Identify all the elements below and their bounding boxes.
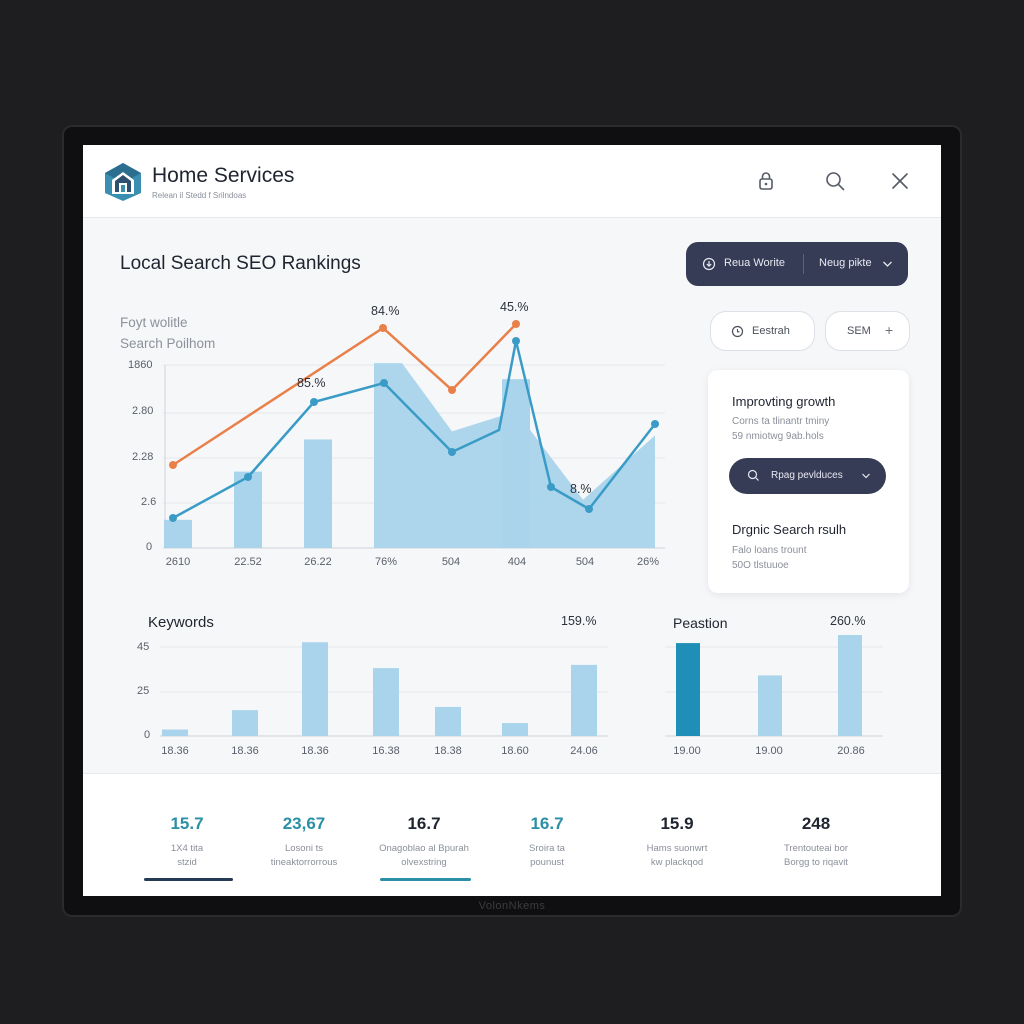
- active-stat-indicator: [380, 878, 471, 881]
- stat-value: 248: [801, 814, 831, 833]
- stat-item[interactable]: 16.7 Onagoblao al Bpurah olvexstring: [359, 814, 489, 870]
- stat-label: Hams suonwrt: [646, 843, 708, 854]
- device-brand-label: VolonNkems: [478, 900, 546, 912]
- stat-item[interactable]: 248 Trentouteai bor Borgg to riqavit: [751, 814, 881, 870]
- stat-label: kw plackqod: [650, 857, 704, 868]
- stat-value: 15.9: [660, 814, 694, 833]
- stat-item[interactable]: 23,67 Losoni ts tineaktorrorrous: [239, 814, 369, 870]
- stat-label: Losoni ts: [284, 843, 324, 854]
- dashboard-screen: Home Services Relean il Stedd f Srilndoa…: [83, 145, 941, 896]
- stat-item[interactable]: 15.7 1X4 tita stzid: [122, 814, 252, 870]
- stat-label: pounust: [530, 857, 564, 868]
- stat-value: 16.7: [407, 814, 441, 833]
- stat-label: Borgg to riqavit: [784, 857, 848, 868]
- active-stat-indicator: [144, 878, 233, 881]
- x-tick: 19.00: [755, 745, 783, 757]
- bar: [838, 635, 862, 736]
- stat-value: 16.7: [530, 814, 564, 833]
- x-tick: 20.86: [837, 745, 865, 757]
- bar: [758, 675, 782, 736]
- stat-label: Onagoblao al Bpurah: [379, 843, 469, 854]
- stats-footer: 15.7 1X4 tita stzid 23,67 Losoni ts tineak…: [83, 773, 941, 896]
- stat-label: 1X4 tita: [170, 843, 204, 854]
- stat-item[interactable]: 16.7 Sroira ta pounust: [482, 814, 612, 870]
- stat-item[interactable]: 15.9 Hams suonwrt kw plackqod: [612, 814, 742, 870]
- stat-label: Trentouteai bor: [783, 843, 849, 854]
- x-tick: 19.00: [673, 745, 701, 757]
- bar: [676, 643, 700, 736]
- stat-value: 15.7: [170, 814, 204, 833]
- stat-value: 23,67: [282, 814, 326, 833]
- stat-label: Sroira ta: [529, 843, 565, 854]
- stat-label: stzid: [177, 857, 197, 868]
- stat-label: tineaktorrorrous: [270, 857, 338, 868]
- stat-label: olvexstring: [401, 857, 447, 868]
